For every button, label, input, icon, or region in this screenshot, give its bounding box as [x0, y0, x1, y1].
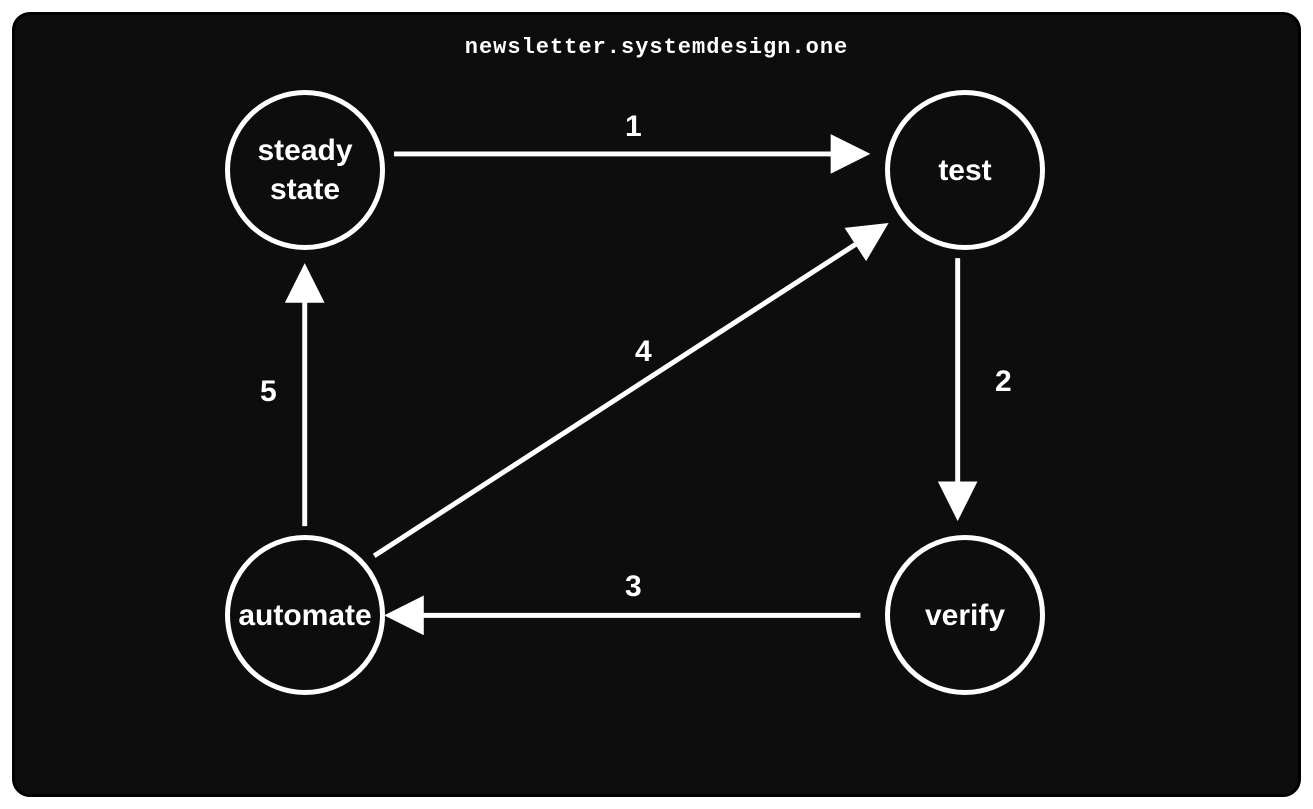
node-label-line: steady — [257, 131, 352, 170]
node-steady-state: steady state — [225, 90, 385, 250]
node-label: test — [938, 151, 991, 190]
arrows-layer — [15, 15, 1298, 794]
edge-label-5: 5 — [260, 375, 277, 409]
node-label-line: state — [270, 170, 340, 209]
edge-label-2: 2 — [995, 365, 1012, 399]
edge-label-1: 1 — [625, 110, 642, 144]
diagram-frame: newsletter.systemdesign.one steady state… — [12, 12, 1301, 797]
edge-4-arrow — [374, 228, 880, 555]
edge-label-4: 4 — [635, 335, 652, 369]
node-automate: automate — [225, 535, 385, 695]
edge-label-3: 3 — [625, 570, 642, 604]
node-test: test — [885, 90, 1045, 250]
node-label: automate — [238, 596, 371, 635]
diagram-title: newsletter.systemdesign.one — [15, 35, 1298, 60]
node-verify: verify — [885, 535, 1045, 695]
node-label: verify — [925, 596, 1005, 635]
